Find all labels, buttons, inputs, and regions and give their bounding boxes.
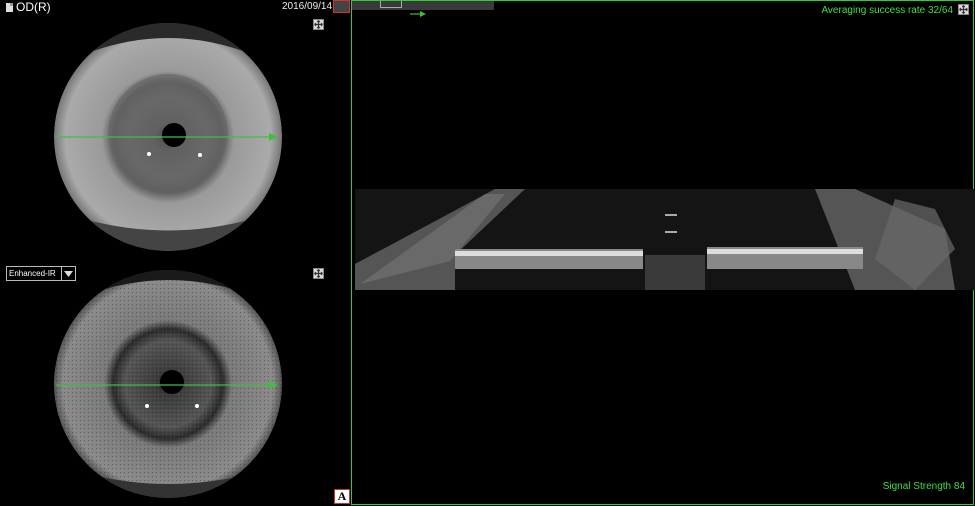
image-mode-select[interactable]: Enhanced-IR <box>6 266 76 281</box>
expand-icon[interactable] <box>958 4 969 15</box>
averaging-rate: Averaging success rate 32/64 <box>821 5 953 16</box>
image-mode-value: Enhanced-IR <box>9 269 56 278</box>
scan-line-bottom[interactable] <box>56 380 278 390</box>
eye-indicator: OD(R) <box>6 0 51 14</box>
eye-label: OD(R) <box>16 0 51 14</box>
expand-icon[interactable] <box>313 268 324 279</box>
exam-date: 2016/09/14 <box>282 1 333 12</box>
panel-toggle-button[interactable] <box>333 0 350 13</box>
arrow-right-icon <box>269 381 278 389</box>
expand-icon[interactable] <box>313 19 324 30</box>
document-icon <box>6 2 13 12</box>
signal-strength: Signal Strength 84 <box>882 481 965 492</box>
scan-line-top[interactable] <box>56 132 278 142</box>
anchor-button[interactable]: A <box>334 489 350 504</box>
arrow-right-icon <box>269 133 278 141</box>
chevron-down-icon[interactable] <box>61 267 75 280</box>
oct-bscan-image <box>355 189 975 290</box>
